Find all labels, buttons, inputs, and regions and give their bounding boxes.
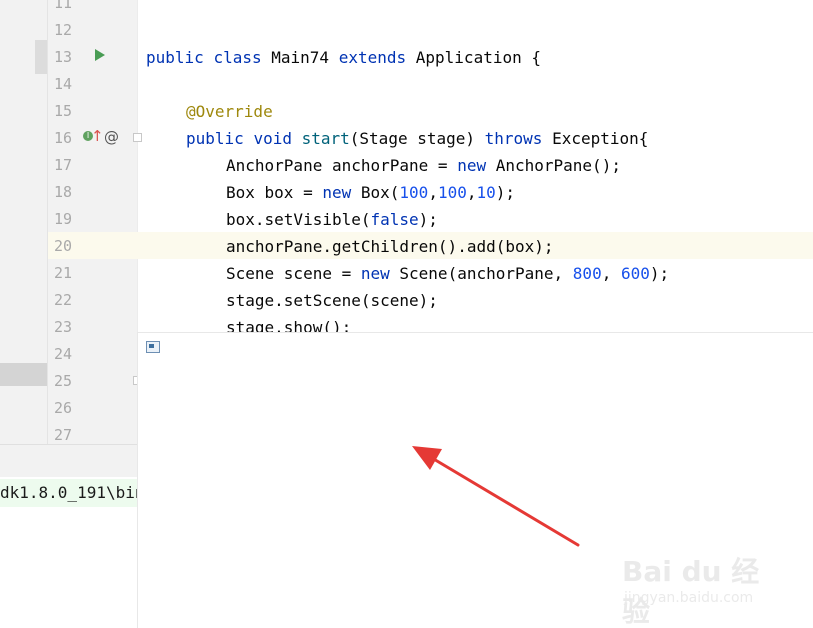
code-token: 100 (399, 183, 429, 202)
code-token: void (253, 129, 292, 148)
code-token: ); (418, 210, 438, 229)
project-panel-strip[interactable] (0, 0, 47, 444)
code-token: anchorPane.getChildren().add(box); (226, 237, 554, 256)
code-token: stage.setScene(scene); (226, 291, 438, 310)
line-number: 25 (54, 372, 73, 390)
project-selected-item[interactable] (0, 363, 47, 386)
code-token: public (186, 129, 244, 148)
code-token: start (301, 129, 350, 148)
annotation-icon[interactable]: @ (104, 128, 119, 146)
code-token: ); (649, 264, 670, 283)
run-icon[interactable] (95, 49, 105, 61)
code-token: new (457, 156, 487, 175)
code-token: 600 (620, 264, 650, 283)
code-token: Box( (351, 183, 400, 202)
code-line-17[interactable]: AnchorPane anchorPane = new AnchorPane()… (226, 152, 621, 179)
code-token: 100 (437, 183, 467, 202)
code-token: Exception{ (542, 129, 649, 148)
code-line-15[interactable]: @Override (186, 98, 273, 125)
watermark-logo: Bai du 经验 (622, 555, 760, 628)
code-token: extends (338, 48, 407, 67)
code-token: 10 (476, 183, 496, 202)
line-number: 16 (54, 129, 73, 147)
ide-screenshot: 11 12 13 14 15 16 17 18 19 20 21 22 23 2… (0, 0, 813, 628)
line-number: 15 (54, 102, 73, 120)
code-token: throws (484, 129, 543, 148)
code-token: @Override (186, 102, 273, 121)
fold-marker-icon[interactable] (133, 133, 142, 142)
line-number: 17 (54, 156, 73, 174)
code-line-22[interactable]: stage.setScene(scene); (226, 287, 438, 314)
gutter-separator (137, 0, 138, 332)
code-line-19[interactable]: box.setVisible(false); (226, 206, 438, 233)
code-token: , (601, 264, 621, 283)
java-window-icon (146, 341, 160, 353)
code-token: 800 (572, 264, 602, 283)
line-number: 23 (54, 318, 73, 336)
code-token: AnchorPane anchorPane = (226, 156, 458, 175)
code-token: Scene(anchorPane, (389, 264, 573, 283)
code-token: Application { (415, 48, 541, 67)
project-selection-highlight (35, 40, 47, 74)
code-token: Main74 (271, 48, 330, 67)
code-line-21[interactable]: Scene scene = new Scene(anchorPane, 800,… (226, 260, 669, 287)
overrides-arrow-icon[interactable]: ↑ (91, 127, 104, 145)
code-token: public (146, 48, 204, 67)
code-line-13[interactable]: public class Main74 extends Application … (146, 44, 541, 71)
line-number: 13 (54, 48, 73, 66)
code-token: class (213, 48, 262, 67)
console-output-line: dk1.8.0_191\bin (0, 479, 137, 507)
line-number: 22 (54, 291, 73, 309)
console-body[interactable] (0, 507, 137, 628)
code-token: false (370, 210, 419, 229)
code-line-16[interactable]: public void start(Stage stage) throws Ex… (186, 125, 648, 152)
code-token: Scene scene = (226, 264, 361, 283)
line-number: 21 (54, 264, 73, 282)
code-token: AnchorPane(); (486, 156, 621, 175)
code-line-20[interactable]: anchorPane.getChildren().add(box); (226, 233, 554, 260)
baidu-jingyan-watermark: Bai du 经验 jingyan.baidu.com (622, 540, 782, 628)
code-token: , (466, 183, 477, 202)
line-number: 26 (54, 399, 73, 417)
code-token: new (360, 264, 390, 283)
code-token: (Stage stage) (349, 129, 485, 148)
code-token: box.setVisible( (226, 210, 371, 229)
line-number: 19 (54, 210, 73, 228)
line-number: 20 (54, 237, 73, 255)
line-number: 18 (54, 183, 73, 201)
watermark-url: jingyan.baidu.com (624, 590, 754, 606)
code-token: ); (495, 183, 516, 202)
line-number: 12 (54, 21, 73, 39)
code-token: Box box = (226, 183, 323, 202)
run-console-header[interactable] (0, 445, 137, 477)
line-number: 14 (54, 75, 73, 93)
code-token: , (428, 183, 438, 202)
line-number: 24 (54, 345, 73, 363)
code-line-18[interactable]: Box box = new Box(100,100,10); (226, 179, 515, 206)
code-token: new (322, 183, 352, 202)
line-number: 11 (54, 0, 73, 12)
